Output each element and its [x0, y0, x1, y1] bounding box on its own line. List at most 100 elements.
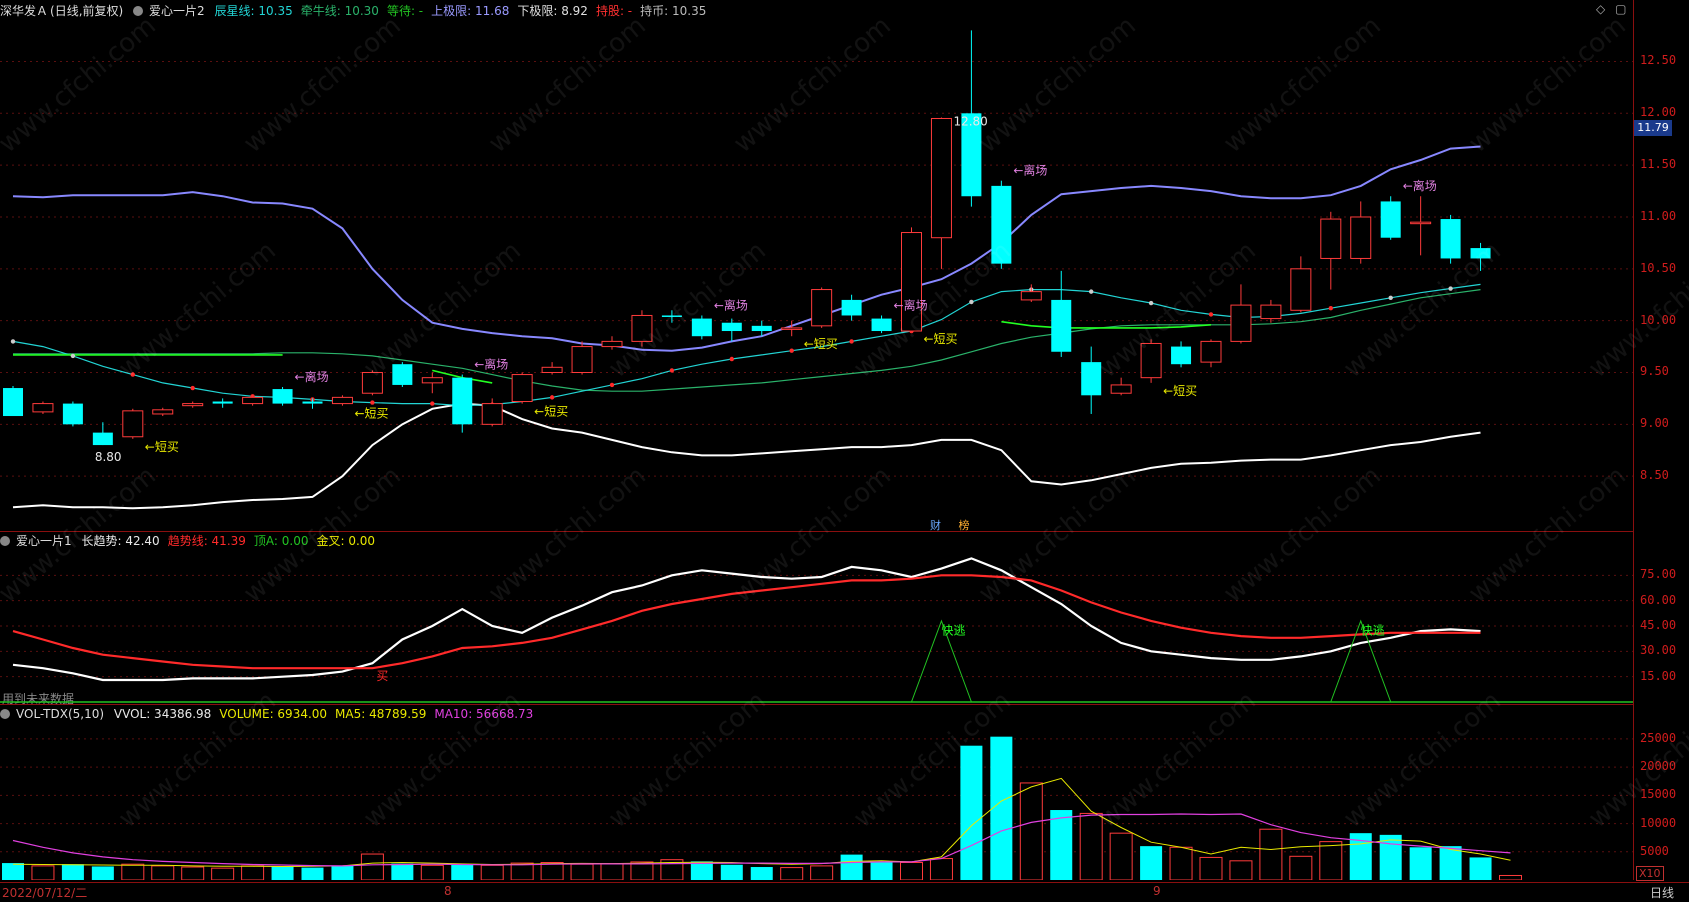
- candle-body-up: [1020, 291, 1042, 301]
- chart-annotation: ←离场: [295, 369, 329, 384]
- candle-body-down: [721, 322, 742, 332]
- volume-bar-down: [391, 863, 414, 880]
- volume-bar-up: [600, 863, 624, 880]
- candle-body-down: [751, 325, 772, 332]
- escape-signal-label: 快逃: [941, 623, 965, 637]
- star-line-dot: [1208, 312, 1214, 317]
- ranking-badge[interactable]: 榜: [959, 519, 970, 532]
- volume-bar-down: [1379, 834, 1402, 880]
- chart-annotation: ←短买: [534, 405, 568, 419]
- volume-bar-up: [480, 864, 504, 880]
- trend-series-trend: [12, 574, 1481, 670]
- price-tick-label: 10.00: [1640, 312, 1677, 327]
- chart-annotation: ←离场: [714, 297, 748, 312]
- candle-body-down: [272, 389, 293, 404]
- buy-signal-label: 买: [376, 669, 388, 683]
- volume-bar-up: [31, 865, 55, 880]
- volume-bar-up: [121, 863, 145, 880]
- first-date-label: 2022/07/12/二: [2, 886, 88, 900]
- candle-body-down: [1380, 201, 1401, 238]
- candle-body-up: [511, 374, 533, 403]
- candle-body-up: [481, 403, 503, 425]
- candle-body-up: [1230, 304, 1252, 342]
- star-line-dot: [669, 368, 675, 373]
- candle-body-up: [1260, 304, 1282, 320]
- candle-body-down: [991, 185, 1012, 264]
- trend-tick-label: 15.00: [1640, 668, 1677, 683]
- period-label[interactable]: 日线: [1650, 884, 1674, 901]
- candle-body-up: [1200, 340, 1222, 363]
- trend-series-long: [12, 557, 1481, 682]
- volume-bar-up: [1289, 855, 1313, 880]
- trend-tick-label: 75.00: [1640, 567, 1677, 582]
- volume-bar-up: [810, 865, 834, 880]
- volume-ma10-line: [12, 813, 1511, 867]
- candle-body-up: [1140, 342, 1162, 379]
- price-tick-label: 9.50: [1640, 364, 1669, 379]
- candle-body-down: [392, 364, 413, 385]
- zoom-indicator[interactable]: X10: [1636, 866, 1664, 881]
- candle-body-up: [242, 396, 264, 405]
- volume-bar-up: [1319, 841, 1343, 880]
- volume-ma5-line: [12, 777, 1511, 868]
- candle-body-up: [781, 327, 803, 330]
- candle-body-up: [32, 403, 54, 413]
- volume-bar-down: [1409, 847, 1432, 880]
- candle-body-down: [62, 403, 83, 425]
- candle-body-up: [1110, 384, 1132, 394]
- candle-body-down: [452, 377, 473, 425]
- star-line-dot: [70, 353, 76, 359]
- star-line-dot: [729, 356, 734, 362]
- lower-band-line: [12, 402, 1481, 510]
- chart-annotation: ←短买: [924, 332, 958, 346]
- price-tick-label: 11.00: [1640, 208, 1677, 223]
- chart-annotation: ←短买: [145, 440, 179, 454]
- chart-annotation: ←离场: [474, 357, 508, 372]
- volume-bar-up: [1499, 874, 1522, 880]
- price-tick-label: 11.50: [1640, 157, 1677, 172]
- candle-body-up: [1350, 216, 1372, 259]
- candle-body-up: [1290, 268, 1312, 311]
- volume-bar-up: [900, 862, 923, 880]
- stock-chart[interactable]: 8.80 12.80 ←短买 ←短买 ←短买 ←短买 ←短买 ←短买 ←离场 ←离场 ←离场 ←离场 ←…: [0, 0, 1633, 880]
- candle-body-up: [421, 377, 443, 384]
- current-price-box: 11.79: [1634, 120, 1672, 136]
- chart-annotation: 8.80: [95, 450, 122, 464]
- volume-bar-down: [990, 736, 1013, 880]
- candle-body-up: [1320, 218, 1342, 259]
- volume-bar-up: [1079, 812, 1103, 880]
- volume-bar-up: [181, 866, 205, 880]
- month-label-8: 8: [444, 884, 452, 898]
- volume-bar-up: [420, 864, 444, 880]
- candle-body-up: [631, 314, 653, 342]
- candle-body-up: [901, 232, 922, 332]
- candle-body-down: [871, 318, 892, 332]
- candle-body-down: [691, 318, 712, 337]
- price-tick-label: 9.00: [1640, 416, 1669, 431]
- chart-annotation: 12.80: [953, 114, 987, 128]
- volume-bar-down: [61, 864, 84, 880]
- star-line-dot: [969, 299, 974, 305]
- volume-bar-down: [840, 854, 863, 880]
- month-label-9: 9: [1153, 884, 1161, 898]
- finance-badge[interactable]: 财: [930, 519, 941, 532]
- volume-bar-down: [1469, 857, 1492, 880]
- candle-body-up: [571, 346, 593, 373]
- star-line-dot: [1089, 289, 1094, 294]
- escape-signal-label: 快逃: [1361, 623, 1385, 637]
- star-line-dot: [1148, 300, 1154, 306]
- price-tick-label: 12.50: [1640, 53, 1677, 68]
- candle-body-up: [182, 403, 204, 407]
- volume-bar-down: [91, 866, 114, 880]
- volume-bar-up: [1019, 782, 1043, 880]
- volume-bar-down: [720, 864, 743, 880]
- volume-bar-up: [929, 858, 953, 880]
- star-line-dot: [789, 348, 794, 353]
- volume-bar-up: [540, 862, 564, 880]
- volume-tick-label: 25000: [1640, 730, 1677, 745]
- volume-tick-label: 10000: [1640, 815, 1677, 830]
- candle-body-up: [122, 410, 144, 438]
- volume-tick-label: 5000: [1640, 843, 1669, 858]
- chart-annotation: ←离场: [894, 297, 928, 312]
- volume-bar-down: [750, 867, 773, 880]
